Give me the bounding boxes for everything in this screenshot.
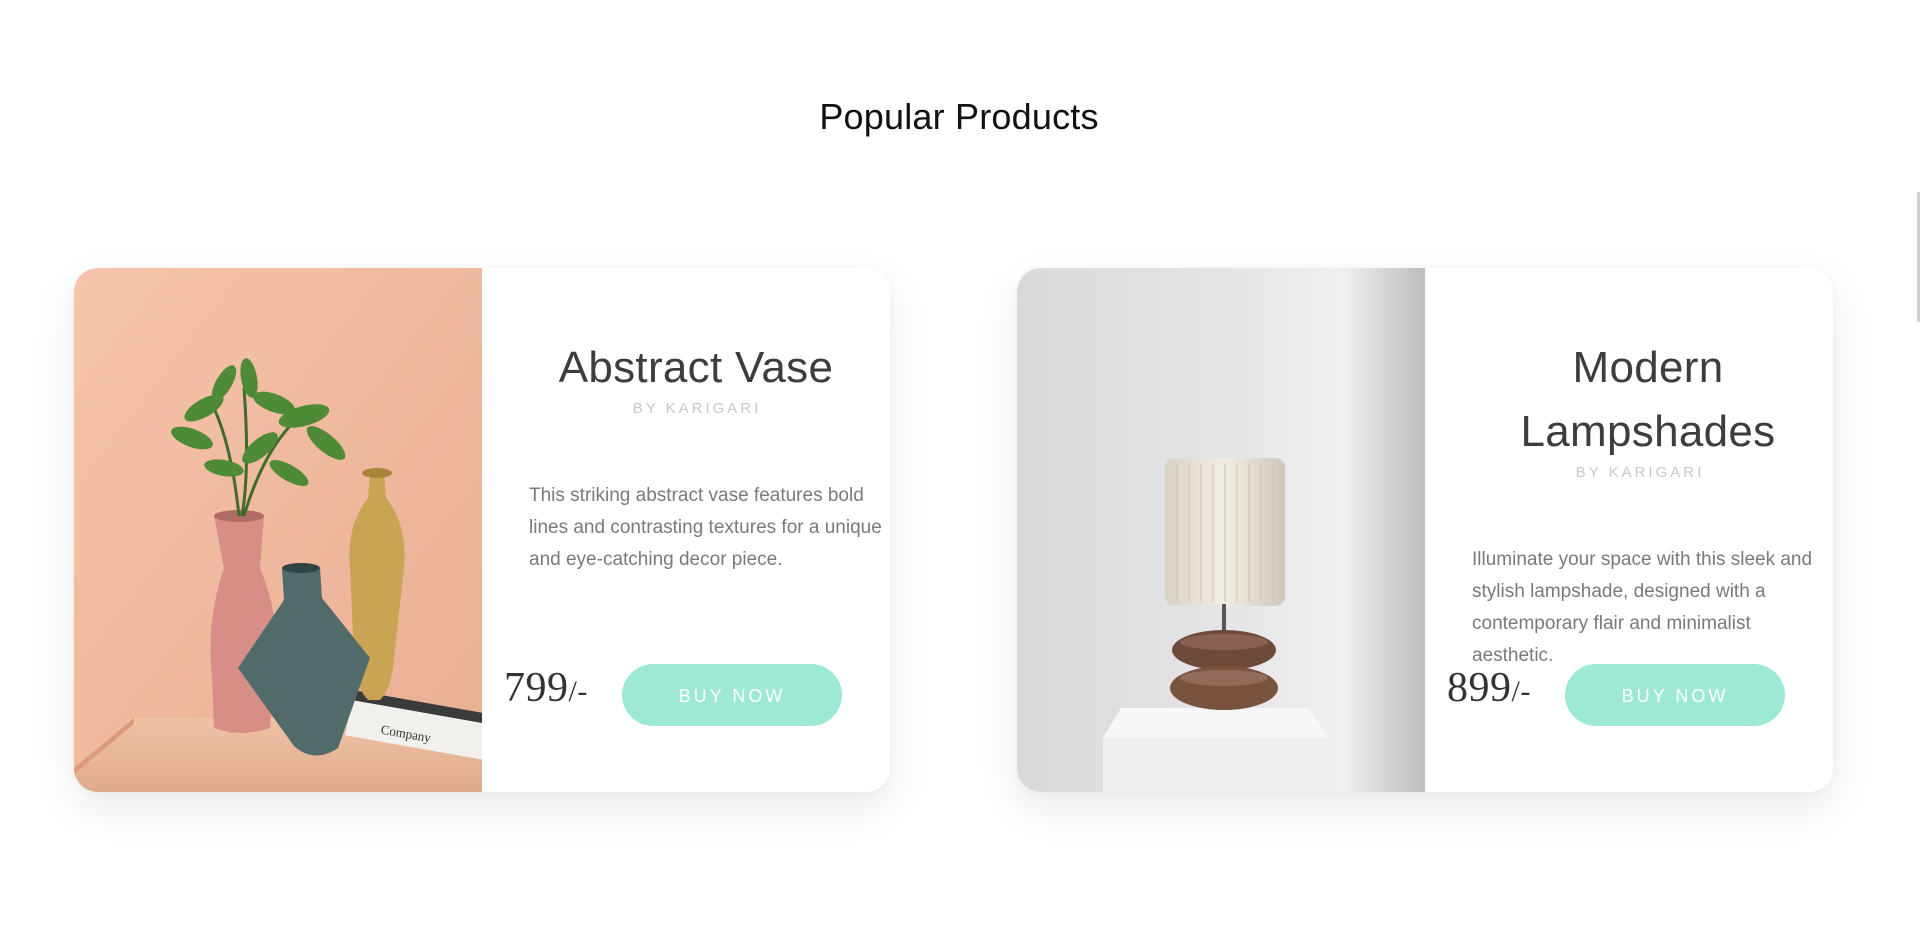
product-description: This striking abstract vase features bol… bbox=[529, 485, 882, 570]
price-value: 899 bbox=[1447, 665, 1512, 711]
product-price: 899/- bbox=[1447, 664, 1531, 712]
section-title: Popular Products bbox=[819, 96, 1099, 137]
product-image-lampshade bbox=[1017, 268, 1425, 792]
product-description: Illuminate your space with this sleek an… bbox=[1472, 549, 1813, 666]
product-card-modern-lampshades: Modern Lampshades BY KARIGARI Illuminate… bbox=[1017, 268, 1833, 792]
product-image-vase: Company bbox=[74, 268, 482, 792]
product-details: Modern Lampshades BY KARIGARI Illuminate… bbox=[1425, 268, 1833, 792]
product-price: 799/- bbox=[504, 664, 588, 712]
product-brand: BY KARIGARI bbox=[632, 400, 762, 417]
popular-products-page: Popular Products Company Abstract Vase B… bbox=[0, 0, 1920, 925]
buy-now-button[interactable]: BUY NOW bbox=[622, 664, 842, 726]
product-title: Modern Lampshades bbox=[1520, 343, 1776, 456]
product-card-abstract-vase: Company Abstract Vase BY KARIGARI This s… bbox=[74, 268, 890, 792]
price-suffix: /- bbox=[568, 675, 588, 708]
product-details: Abstract Vase BY KARIGARI This striking … bbox=[482, 268, 890, 792]
product-brand: BY KARIGARI bbox=[1575, 464, 1705, 481]
product-title: Abstract Vase bbox=[558, 343, 834, 392]
buy-now-button[interactable]: BUY NOW bbox=[1565, 664, 1785, 726]
price-suffix: /- bbox=[1511, 675, 1531, 708]
price-value: 799 bbox=[504, 665, 569, 711]
